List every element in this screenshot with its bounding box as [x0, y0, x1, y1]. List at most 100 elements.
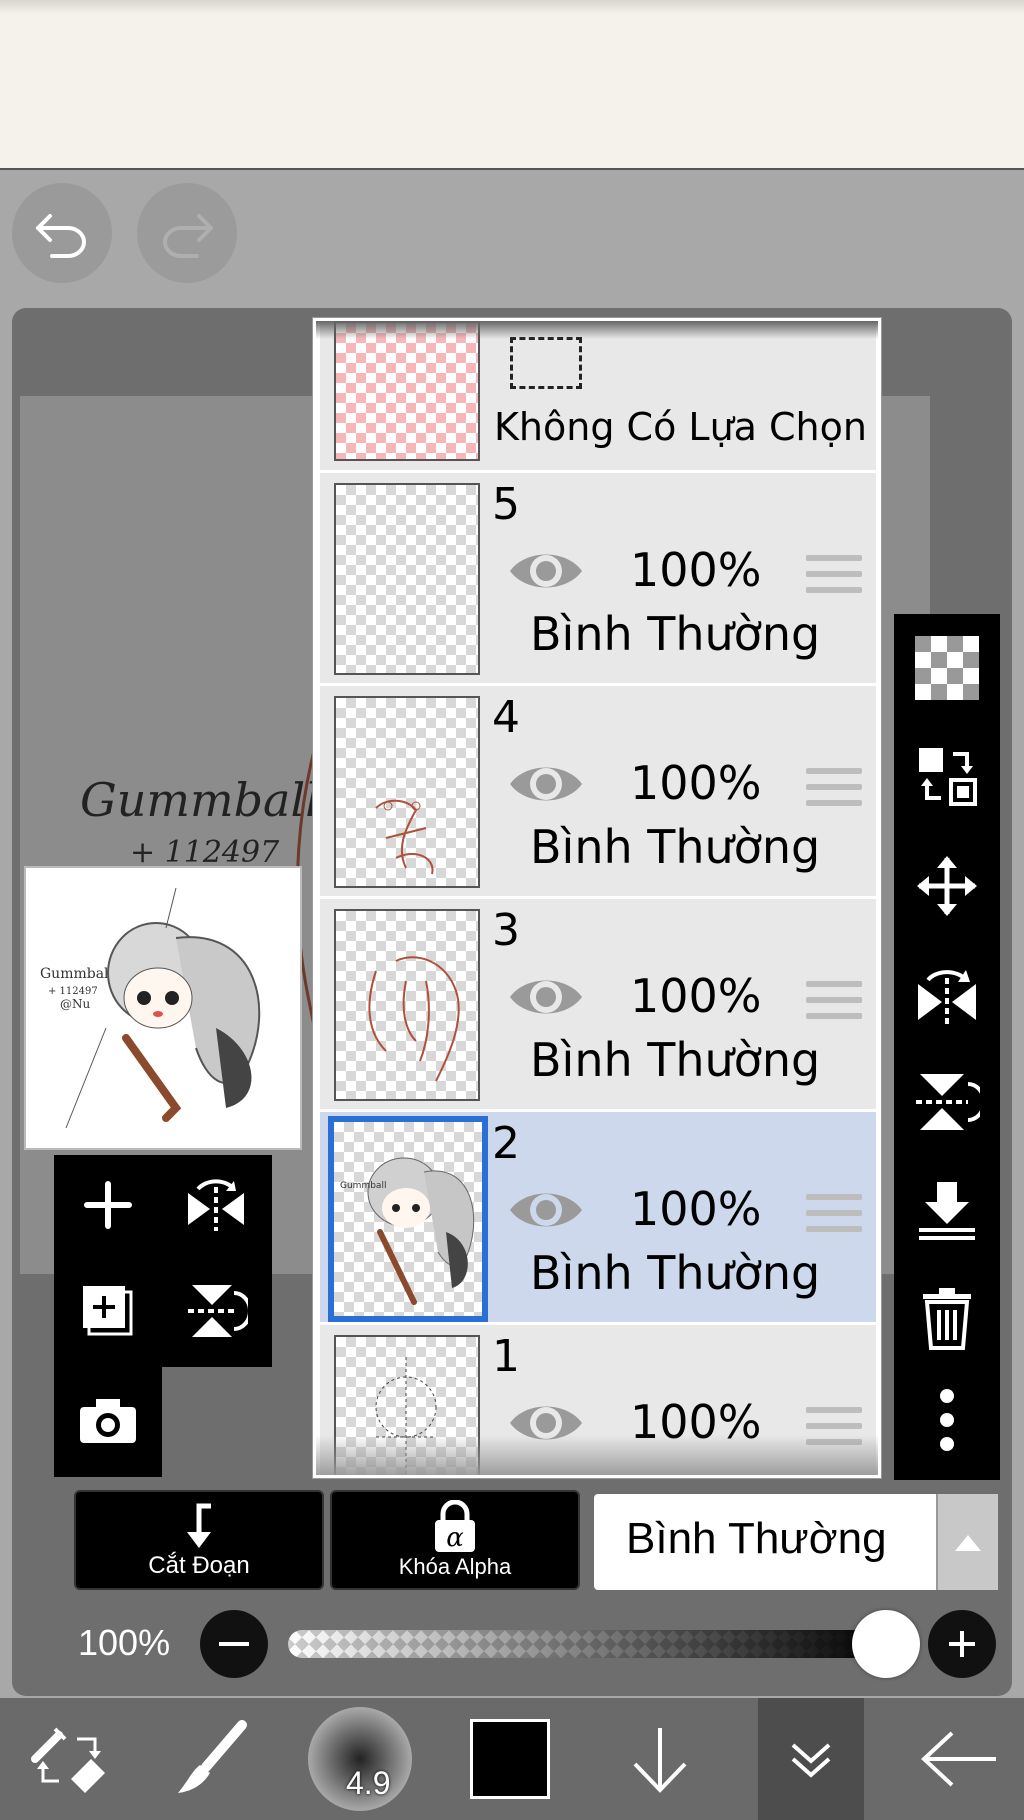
clipping-arrow-icon: [187, 1503, 211, 1548]
layer-opacity: 100%: [630, 1182, 762, 1236]
alpha-lock-icon: α: [435, 1500, 475, 1553]
plus-icon: [84, 1181, 132, 1229]
layer-number: 4: [492, 692, 520, 743]
brush-size-button[interactable]: 4.9: [300, 1698, 420, 1820]
brush-size-preview: 4.9: [308, 1707, 412, 1811]
thumbnail-drawing: Gummball + 112497 @Nu: [40, 887, 261, 1129]
selection-layer-row[interactable]: Không Có Lựa Chọn: [320, 321, 876, 473]
layer-thumbnail: [334, 483, 480, 675]
flip-layer-vertical-button[interactable]: [907, 1062, 987, 1142]
triangle-up-icon: [955, 1535, 981, 1551]
minus-icon: [219, 1642, 249, 1646]
flip-vertical-icon: [916, 1074, 980, 1130]
transparent-fill-button[interactable]: [907, 628, 987, 708]
undo-arrow-icon: [36, 214, 86, 258]
selection-layer-thumbnail: [334, 321, 480, 461]
opacity-slider-knob[interactable]: [852, 1610, 920, 1678]
more-vertical-icon: [940, 1389, 954, 1451]
layer-opacity: 100%: [630, 543, 762, 597]
sketch-text-line: Gummball: [40, 966, 114, 982]
flip-vertical-icon: [188, 1285, 248, 1337]
alpha-lock-label: Khóa Alpha: [398, 1554, 512, 1579]
right-layer-tools: [894, 614, 1000, 1480]
duplicate-layer-button[interactable]: [68, 1271, 148, 1351]
layer-blend-mode: Bình Thường: [530, 1246, 821, 1300]
visibility-eye-icon[interactable]: [506, 545, 586, 597]
brush-eraser-swap-icon: [31, 1727, 105, 1793]
plus-icon: [949, 1631, 975, 1657]
layer-row[interactable]: 5 100% Bình Thường: [320, 473, 876, 686]
camera-button[interactable]: [68, 1381, 148, 1461]
flip-horizontal-icon: [918, 970, 976, 1026]
visibility-eye-icon[interactable]: [506, 758, 586, 810]
layer-thumbnail: Gummball: [328, 1116, 488, 1322]
bottom-toolbar: 4.9: [0, 1698, 1024, 1820]
arrow-down-icon: [633, 1728, 687, 1793]
drag-handle-icon[interactable]: [806, 981, 862, 1029]
delete-layer-button[interactable]: [907, 1278, 987, 1358]
redo-button[interactable]: [137, 183, 237, 283]
layer-blend-mode: Bình Thường: [530, 607, 821, 661]
layer-row[interactable]: 3 100% Bình Thường: [320, 899, 876, 1112]
blend-mode-dropdown-arrow[interactable]: [936, 1494, 998, 1590]
move-button[interactable]: [907, 846, 987, 926]
clipping-button[interactable]: Cắt Đoạn: [74, 1490, 324, 1590]
flip-layer-horizontal-button[interactable]: [907, 956, 987, 1036]
camera-icon: [80, 1399, 136, 1443]
opacity-value-label: 100%: [78, 1622, 171, 1663]
clipping-label: Cắt Đoạn: [148, 1552, 250, 1579]
collapse-layers-button[interactable]: [758, 1698, 864, 1820]
blend-mode-select[interactable]: Bình Thường: [594, 1494, 998, 1590]
sketch-text-line: Gummball: [80, 776, 320, 827]
more-options-button[interactable]: [907, 1380, 987, 1460]
drag-handle-icon[interactable]: [806, 555, 862, 603]
checkerboard-icon: [915, 636, 979, 700]
layer-thumbnail: [334, 909, 480, 1101]
add-layer-button[interactable]: [68, 1165, 148, 1245]
alpha-lock-button[interactable]: α Khóa Alpha: [330, 1490, 580, 1590]
layer-blend-mode: Bình Thường: [530, 1033, 821, 1087]
add-copy-icon: [83, 1286, 133, 1336]
layer-number: 2: [492, 1118, 520, 1169]
arrow-left-icon: [921, 1731, 996, 1787]
swap-layers-icon: [919, 748, 977, 806]
layer-number: 3: [492, 905, 520, 956]
svg-text:α: α: [446, 1523, 464, 1553]
opacity-decrease-button[interactable]: [200, 1610, 268, 1678]
opacity-slider[interactable]: [288, 1630, 888, 1658]
layer-panel[interactable]: Không Có Lựa Chọn 5 100% Bình Thường 4 1…: [313, 318, 881, 1478]
layer-row-selected[interactable]: Gummball 2 100% Bình Thường: [320, 1112, 876, 1325]
layer-mini-tools: [54, 1155, 272, 1477]
back-button[interactable]: [900, 1698, 1020, 1820]
selection-dashed-icon: [510, 337, 582, 389]
double-chevron-down-icon: [791, 1743, 831, 1778]
color-picker-button[interactable]: [450, 1698, 570, 1820]
flip-vertical-button[interactable]: [176, 1271, 256, 1351]
swap-layer-button[interactable]: [907, 736, 987, 816]
blend-mode-value: Bình Thường: [626, 1514, 887, 1563]
paintbrush-icon: [178, 1720, 247, 1793]
top-bar: [0, 0, 1024, 170]
merge-down-button[interactable]: [907, 1170, 987, 1250]
navigator-thumbnail[interactable]: Gummball + 112497 @Nu: [24, 866, 302, 1150]
drag-handle-icon[interactable]: [806, 1194, 862, 1242]
flip-horizontal-icon: [188, 1179, 244, 1231]
brush-size-value: 4.9: [346, 1765, 391, 1801]
layer-row[interactable]: 4 100% Bình Thường: [320, 686, 876, 899]
flip-horizontal-button[interactable]: [176, 1165, 256, 1245]
layer-opacity: 100%: [630, 756, 762, 810]
opacity-increase-button[interactable]: [928, 1610, 996, 1678]
move-arrows-icon: [917, 856, 977, 916]
sketch-text-line: Gummball: [340, 1181, 386, 1191]
undo-button[interactable]: [12, 183, 112, 283]
visibility-eye-icon[interactable]: [506, 1184, 586, 1236]
brush-tool-button[interactable]: [150, 1698, 270, 1820]
brush-eraser-toggle-button[interactable]: [10, 1698, 130, 1820]
no-selection-label: Không Có Lựa Chọn: [494, 405, 867, 449]
redo-arrow-icon: [163, 214, 213, 258]
sketch-text-line: + 112497: [130, 835, 280, 870]
drag-handle-icon[interactable]: [806, 768, 862, 816]
layer-down-button[interactable]: [600, 1698, 720, 1820]
merge-down-icon: [919, 1182, 975, 1240]
visibility-eye-icon[interactable]: [506, 971, 586, 1023]
